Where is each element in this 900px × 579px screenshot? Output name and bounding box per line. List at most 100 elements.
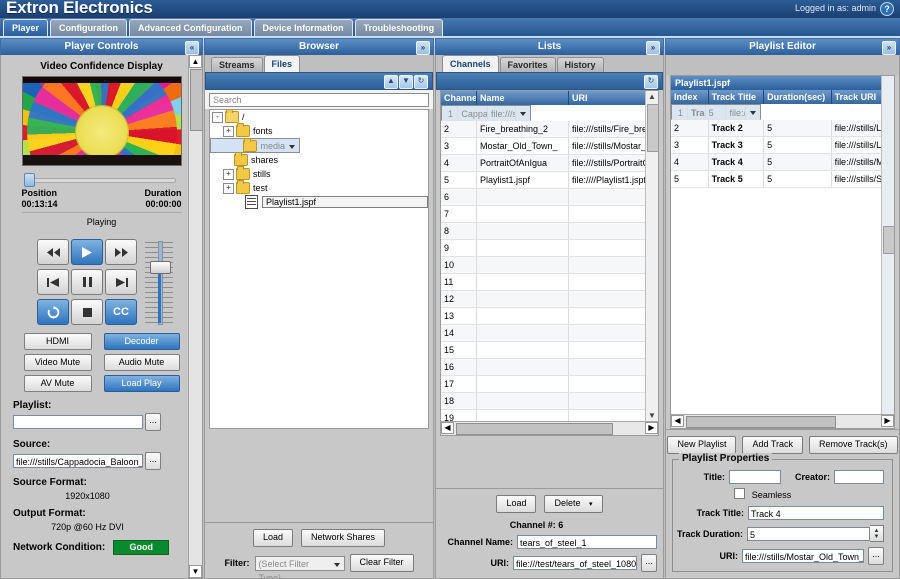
lists-uri-input[interactable]: file:///test/tears_of_steel_1080p. [513,556,637,570]
table-row[interactable]: 15 [441,342,658,359]
collapse-all-icon[interactable]: ▲ [384,75,398,89]
channels-hscroll-thumb[interactable] [456,423,613,435]
tab-files[interactable]: Files [264,55,301,72]
tree-node[interactable]: Playlist1.jspf [210,195,428,209]
tab-advanced-configuration[interactable]: Advanced Configuration [129,19,252,36]
table-row[interactable]: 4Track 45file:///stills/Most [671,154,894,171]
table-row[interactable]: 17 [441,376,658,393]
table-row[interactable]: 13 [441,308,658,325]
next-track-button[interactable] [105,269,137,295]
new-playlist-button[interactable]: New Playlist [667,436,736,454]
table-row[interactable]: 3Mostar_Old_Town_file:///stills/Mostar_O… [441,138,658,155]
tab-player[interactable]: Player [3,19,48,36]
volume-slider[interactable] [141,239,177,325]
expand-node-icon[interactable]: + [223,169,234,180]
tree-node[interactable]: media [210,138,300,153]
table-row[interactable]: 2Fire_breathing_2file:///stills/Fire_bre… [441,121,658,138]
tree-node[interactable]: -/ [210,110,428,124]
player-scroll-thumb[interactable] [190,69,203,131]
table-row[interactable]: 14 [441,325,658,342]
source-input[interactable]: file:///stills/Cappadocia_Baloon_1 [13,454,143,468]
table-row[interactable]: 11 [441,274,658,291]
lists-load-button[interactable]: Load [496,495,536,513]
table-row[interactable]: 5Track 55file:///stills/Schlo [671,171,894,188]
table-row[interactable]: 8 [441,223,658,240]
filter-select[interactable]: (Select Filter Type) [255,556,345,571]
table-row[interactable]: 1Track 15file:///stills/Park_ [671,104,761,120]
spinner-arrows[interactable]: ▲ ▼ [870,525,884,542]
rewind-button[interactable] [37,239,69,265]
playlist-hscroll-thumb[interactable] [686,416,836,428]
playlist-table[interactable]: Playlist1.jspf Index Track Title Duratio… [670,75,895,429]
tab-streams[interactable]: Streams [211,57,263,72]
player-scroll-down-arrow[interactable]: ▼ [189,565,202,578]
lists-delete-button[interactable]: Delete ▾ [544,495,602,513]
table-row[interactable]: 1Cappadocia_Balofile:///stills/Cappadoci… [441,105,531,121]
expand-node-icon[interactable]: + [223,126,234,137]
channels-scroll-right-arrow[interactable]: ▶ [645,422,658,434]
tab-favorites[interactable]: Favorites [500,57,556,72]
table-row[interactable]: 16 [441,359,658,376]
add-track-button[interactable]: Add Track [742,436,803,454]
channels-vertical-scrollbar[interactable]: ▲ ▼ [645,91,658,435]
fast-forward-button[interactable] [105,239,137,265]
loop-button[interactable] [37,299,69,325]
table-row[interactable]: 3Track 35file:///stills/Le_g [671,137,894,154]
playlist-horizontal-scrollbar[interactable]: ◀ ▶ [671,414,894,428]
expand-all-icon[interactable]: ▼ [399,75,413,89]
tree-node[interactable]: +fonts [210,124,428,138]
playlist-scroll-right-arrow[interactable]: ▶ [881,415,894,427]
position-slider[interactable] [22,172,182,186]
channel-name-input[interactable]: tears_of_steel_1 [517,535,657,549]
lists-uri-browse-button[interactable]: ... [641,554,657,572]
playlist-scroll-thumb[interactable] [883,226,895,254]
collapse-node-icon[interactable]: - [212,112,223,123]
table-row[interactable]: 4PortraitOfAnIguafile:///stills/Portrait… [441,155,658,172]
previous-track-button[interactable] [37,269,69,295]
tab-configuration[interactable]: Configuration [50,19,127,36]
browser-load-button[interactable]: Load [253,529,293,547]
search-input[interactable]: Search [209,93,429,107]
tab-troubleshooting[interactable]: Troubleshooting [355,19,444,36]
channels-table[interactable]: Channel Name URI 1Cappadocia_Balofile://… [440,90,659,436]
mode-button-decoder[interactable]: Decoder [104,333,180,350]
video-confidence-display[interactable] [22,76,182,166]
channels-scroll-left-arrow[interactable]: ◀ [441,422,454,434]
table-row[interactable]: 10 [441,257,658,274]
track-duration-input[interactable]: 5 [747,527,870,541]
tree-node[interactable]: shares [210,153,428,167]
stop-button[interactable] [71,299,103,325]
lists-refresh-icon[interactable]: ↻ [644,75,658,89]
table-row[interactable]: 9 [441,240,658,257]
help-icon[interactable]: ? [880,2,894,16]
clear-filter-button[interactable]: Clear Filter [350,554,414,572]
tree-node[interactable]: +test [210,181,428,195]
network-shares-button[interactable]: Network Shares [301,529,385,547]
mode-button-load-play[interactable]: Load Play [104,375,180,392]
refresh-icon[interactable]: ↻ [414,75,428,89]
playlist-browse-button[interactable]: ... [145,413,161,431]
remove-tracks-button[interactable]: Remove Track(s) [809,436,898,454]
player-vertical-scrollbar[interactable]: ▲ ▼ [188,55,202,578]
channels-scroll-up-arrow[interactable]: ▲ [646,91,658,103]
player-collapse-button[interactable]: « [185,41,199,55]
track-title-input[interactable]: Track 4 [748,506,884,520]
pause-button[interactable] [71,269,103,295]
channels-horizontal-scrollbar[interactable]: ◀ ▶ [441,421,658,435]
playlist-creator-input[interactable] [834,470,884,484]
play-button[interactable] [71,239,103,265]
position-slider-thumb[interactable] [24,173,35,187]
seamless-checkbox[interactable] [734,488,745,499]
playlist-uri-input[interactable]: file:///stills/Mostar_Old_Town_P [742,549,864,563]
expand-node-icon[interactable]: + [223,183,234,194]
player-scroll-up-arrow[interactable]: ▲ [189,55,202,68]
volume-thumb[interactable] [150,261,171,274]
table-row[interactable]: 6 [441,189,658,206]
playlist-uri-browse-button[interactable]: ... [868,547,884,565]
playlist-input[interactable] [13,415,143,429]
table-row[interactable]: 2Track 25file:///stills/Lake_ [671,120,894,137]
table-row[interactable]: 7 [441,206,658,223]
mode-button-hdmi[interactable]: HDMI [24,333,92,350]
tab-device-information[interactable]: Device Information [254,19,353,36]
mode-button-audio-mute[interactable]: Audio Mute [104,354,180,371]
